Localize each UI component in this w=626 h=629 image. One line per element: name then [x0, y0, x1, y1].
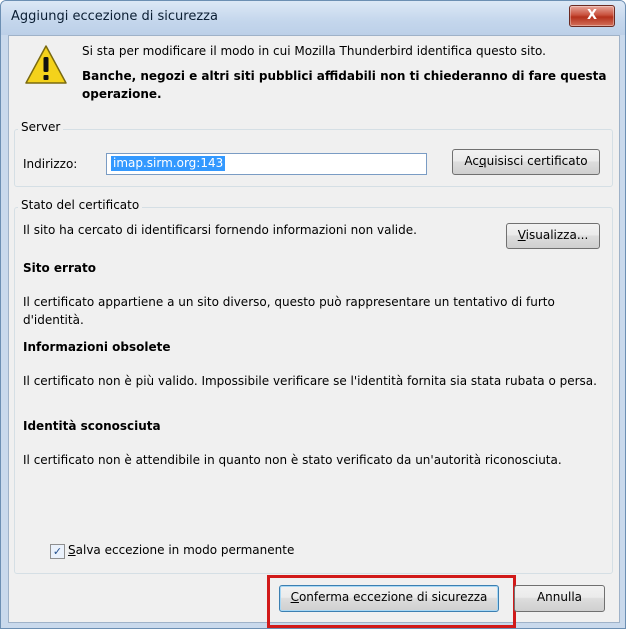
dialog-content: Si sta per modificare il modo in cui Moz… [8, 35, 620, 623]
wrong-site-text: Il certificato appartiene a un sito dive… [23, 295, 555, 327]
view-certificate-button[interactable]: Visualizza... [506, 223, 600, 249]
address-label: Indirizzo: [23, 157, 78, 171]
permanent-exception-checkbox[interactable]: ✓ [50, 544, 65, 559]
permanent-label-accel: S [68, 543, 76, 557]
acquire-certificate-button[interactable]: Acquisisci certificato [452, 149, 600, 175]
dialog-window: Aggiungi eccezione di sicurezza X Si sta… [0, 0, 626, 629]
view-label-post: isualizza... [525, 228, 589, 242]
status-intro: Il sito ha cercato di identificarsi forn… [23, 223, 417, 237]
certificate-status-group: Stato del certificato [14, 198, 613, 574]
confirm-exception-button[interactable]: Conferma eccezione di sicurezza [279, 585, 499, 612]
acquire-label-pre: Ac [464, 154, 479, 168]
permanent-label-post: alva eccezione in modo permanente [75, 543, 295, 557]
acquire-label-post: uisisci certificato [486, 154, 588, 168]
title-bar[interactable]: Aggiungi eccezione di sicurezza X [1, 1, 625, 35]
confirm-label-post: onferma eccezione di sicurezza [298, 590, 488, 604]
cancel-button[interactable]: Annulla [514, 585, 605, 612]
warning-detail: Banche, negozi e altri siti pubblici aff… [82, 69, 607, 101]
unknown-identity-heading: Identità sconosciuta [23, 419, 161, 433]
permanent-exception-label[interactable]: Salva eccezione in modo permanente [68, 543, 294, 557]
status-group-label: Stato del certificato [18, 198, 143, 212]
confirm-label-accel: C [290, 590, 299, 604]
server-group-label: Server [18, 120, 64, 134]
warning-icon [25, 45, 67, 84]
unknown-identity-text: Il certificato non è attendibile in quan… [23, 453, 562, 467]
outdated-info-text: Il certificato non è più valido. Impossi… [23, 374, 597, 388]
outdated-info-heading: Informazioni obsolete [23, 340, 171, 354]
wrong-site-heading: Sito errato [23, 261, 96, 275]
close-button[interactable]: X [569, 5, 615, 27]
view-label-accel: V [517, 228, 526, 242]
acquire-label-accel: q [478, 154, 487, 168]
address-value: imap.sirm.org:143 [111, 156, 226, 171]
window-title: Aggiungi eccezione di sicurezza [11, 9, 218, 24]
address-input[interactable]: imap.sirm.org:143 [106, 153, 427, 175]
close-icon: X [586, 8, 598, 23]
warning-message: Si sta per modificare il modo in cui Moz… [82, 44, 546, 58]
